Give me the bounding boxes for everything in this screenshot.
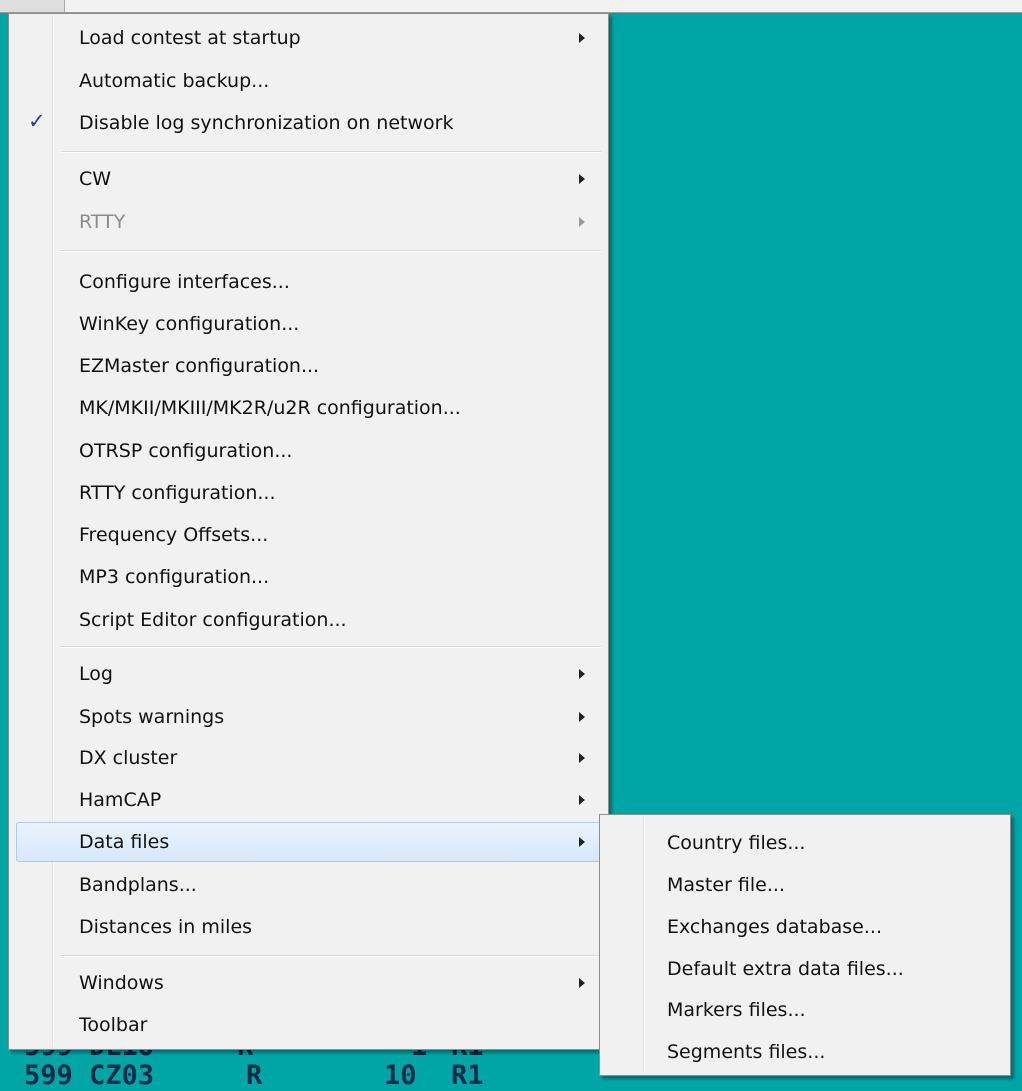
submenu-item-segments-files[interactable]: Segments files...: [607, 1032, 1003, 1072]
menu-item-disable-log-sync[interactable]: ✓ Disable log synchronization on network: [16, 103, 602, 143]
submenu-arrow-icon: [579, 33, 585, 43]
menu-item-data-files[interactable]: Data files: [16, 822, 602, 862]
menu-item-label: MK/MKII/MKIII/MK2R/u2R configuration...: [79, 397, 461, 419]
menu-item-windows[interactable]: Windows: [16, 963, 602, 1003]
menu-item-label: Disable log synchronization on network: [79, 112, 454, 134]
menu-item-label: Frequency Offsets...: [79, 524, 269, 546]
menu-item-label: Load contest at startup: [79, 27, 301, 49]
config-menu: Load contest at startup Automatic backup…: [8, 13, 609, 1050]
menu-item-label: RTTY: [79, 211, 126, 233]
menu-item-label: Automatic backup...: [79, 70, 270, 92]
menu-tab[interactable]: [0, 0, 65, 12]
menu-item-cw[interactable]: CW: [16, 159, 602, 199]
submenu-arrow-icon: [579, 712, 585, 722]
menu-item-label: Configure interfaces...: [79, 271, 290, 293]
submenu-arrow-icon: [579, 795, 585, 805]
log-radio: R1: [451, 1060, 484, 1091]
menu-item-label: Segments files...: [667, 1041, 826, 1063]
checkmark-icon: ✓: [28, 109, 46, 133]
menu-item-mk-configuration[interactable]: MK/MKII/MKIII/MK2R/u2R configuration...: [16, 388, 602, 428]
menu-item-label: Default extra data files...: [667, 958, 904, 980]
submenu-arrow-icon: [579, 217, 585, 227]
menu-item-script-editor-configuration[interactable]: Script Editor configuration...: [16, 600, 602, 640]
data-files-submenu: Country files... Master file... Exchange…: [599, 814, 1011, 1076]
menu-item-label: Data files: [79, 831, 170, 853]
menu-item-spots-warnings[interactable]: Spots warnings: [16, 697, 602, 737]
menu-item-distances-in-miles[interactable]: Distances in miles: [16, 907, 602, 947]
menu-item-label: Bandplans...: [79, 874, 197, 896]
menu-item-toolbar[interactable]: Toolbar: [16, 1005, 602, 1045]
menu-item-label: Spots warnings: [79, 706, 225, 728]
menu-item-load-contest-at-startup[interactable]: Load contest at startup: [16, 18, 602, 58]
menu-item-label: DX cluster: [79, 747, 178, 769]
menu-item-label: MP3 configuration...: [79, 566, 270, 588]
menu-separator: [61, 955, 601, 957]
menu-item-rtty: RTTY: [16, 202, 602, 242]
menu-item-frequency-offsets[interactable]: Frequency Offsets...: [16, 515, 602, 555]
submenu-item-exchanges-database[interactable]: Exchanges database...: [607, 907, 1003, 947]
menu-item-label: WinKey configuration...: [79, 313, 300, 335]
menu-item-label: Master file...: [667, 874, 785, 896]
menu-item-dx-cluster[interactable]: DX cluster: [16, 738, 602, 778]
menu-item-winkey-configuration[interactable]: WinKey configuration...: [16, 304, 602, 344]
menu-item-configure-interfaces[interactable]: Configure interfaces...: [16, 262, 602, 302]
menu-item-automatic-backup[interactable]: Automatic backup...: [16, 61, 602, 101]
menu-item-label: RTTY configuration...: [79, 482, 276, 504]
menu-separator: [61, 151, 601, 153]
menu-item-label: Log: [79, 663, 113, 685]
submenu-arrow-icon: [579, 753, 585, 763]
submenu-arrow-icon: [579, 837, 585, 847]
log-rst-call: 599 CZ03: [24, 1060, 155, 1091]
menu-item-label: Distances in miles: [79, 916, 253, 938]
submenu-item-master-file[interactable]: Master file...: [607, 865, 1003, 905]
menu-item-label: OTRSP configuration...: [79, 440, 293, 462]
menu-item-label: Script Editor configuration...: [79, 609, 347, 631]
menu-item-label: Toolbar: [79, 1014, 148, 1036]
menu-item-otrsp-configuration[interactable]: OTRSP configuration...: [16, 431, 602, 471]
menu-item-label: CW: [79, 168, 112, 190]
log-number: 10: [384, 1060, 417, 1091]
menu-item-log[interactable]: Log: [16, 654, 602, 694]
submenu-arrow-icon: [579, 174, 585, 184]
submenu-item-markers-files[interactable]: Markers files...: [607, 990, 1003, 1030]
submenu-arrow-icon: [579, 669, 585, 679]
submenu-arrow-icon: [579, 978, 585, 988]
menu-item-ezmaster-configuration[interactable]: EZMaster configuration...: [16, 346, 602, 386]
menu-item-mp3-configuration[interactable]: MP3 configuration...: [16, 557, 602, 597]
menu-item-label: Country files...: [667, 832, 806, 854]
menu-item-label: HamCAP: [79, 789, 162, 811]
menu-separator: [61, 646, 601, 648]
submenu-item-country-files[interactable]: Country files...: [607, 823, 1003, 863]
menu-item-label: Windows: [79, 972, 164, 994]
menu-item-hamcap[interactable]: HamCAP: [16, 780, 602, 820]
submenu-item-default-extra-data-files[interactable]: Default extra data files...: [607, 949, 1003, 989]
menu-item-rtty-configuration[interactable]: RTTY configuration...: [16, 473, 602, 513]
menu-separator: [61, 250, 601, 252]
title-bar: [0, 0, 1022, 13]
menu-item-label: Exchanges database...: [667, 916, 882, 938]
menu-item-label: Markers files...: [667, 999, 806, 1021]
menu-item-label: EZMaster configuration...: [79, 355, 320, 377]
menu-item-bandplans[interactable]: Bandplans...: [16, 865, 602, 905]
log-mode: R: [246, 1060, 263, 1091]
